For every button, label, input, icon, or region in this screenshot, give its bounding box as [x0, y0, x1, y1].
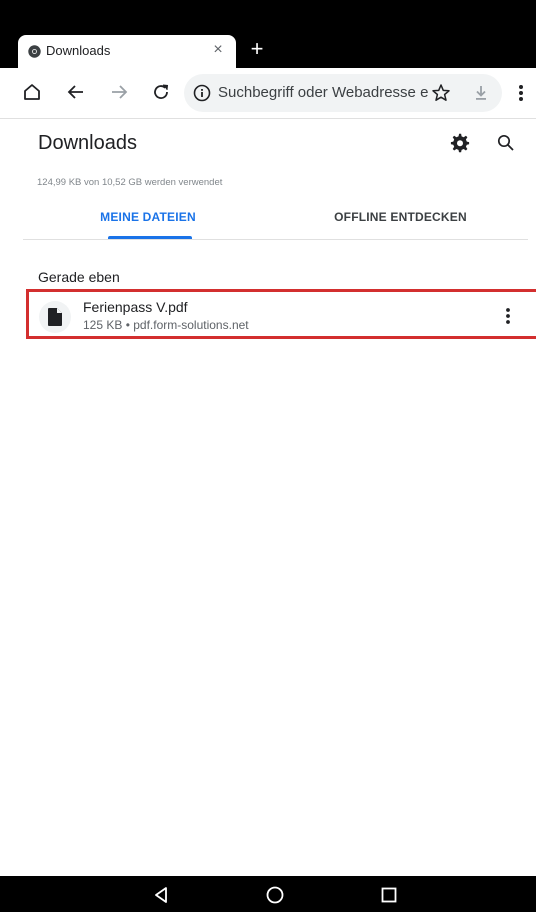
system-nav-bar [0, 876, 536, 912]
nav-recents-icon[interactable] [378, 884, 400, 906]
close-tab-icon[interactable]: × [208, 40, 228, 60]
nav-home-icon[interactable] [264, 884, 286, 906]
tab-my-files[interactable]: MEINE DATEIEN [23, 196, 273, 240]
download-filename[interactable]: Ferienpass V.pdf [83, 299, 188, 315]
new-tab-button[interactable]: + [247, 38, 267, 60]
omnibox[interactable]: Suchbegriff oder Webadresse ei [184, 74, 502, 112]
storage-usage: 124,99 KB von 10,52 GB werden verwendet [37, 177, 223, 188]
home-icon[interactable] [20, 80, 44, 104]
nav-back-icon[interactable] [150, 884, 172, 906]
forward-arrow-icon[interactable] [107, 80, 131, 104]
section-header: Gerade eben [38, 269, 120, 285]
download-meta: 125 KB • pdf.form-solutions.net [83, 318, 249, 332]
omnibox-text[interactable]: Suchbegriff oder Webadresse ei [218, 84, 428, 101]
back-arrow-icon[interactable] [64, 80, 88, 104]
tab-my-files-label: MEINE DATEIEN [100, 210, 196, 224]
tab-offline-label: OFFLINE ENTDECKEN [334, 210, 467, 224]
browser-toolbar: Suchbegriff oder Webadresse ei [0, 68, 536, 118]
info-icon[interactable] [192, 83, 212, 103]
tab-title: Downloads [46, 43, 111, 58]
download-icon[interactable] [470, 82, 492, 104]
download-item[interactable]: Ferienpass V.pdf 125 KB • pdf.form-solut… [26, 289, 536, 339]
tab-strip: Downloads × + [0, 28, 536, 68]
page-title: Downloads [38, 132, 137, 154]
tab-offline-explore[interactable]: OFFLINE ENTDECKEN [273, 196, 528, 240]
search-icon[interactable] [494, 131, 518, 155]
gear-icon[interactable] [448, 131, 472, 155]
more-vert-icon[interactable] [510, 80, 532, 106]
bookmark-star-icon[interactable] [430, 82, 452, 104]
status-bar [0, 0, 536, 28]
chrome-favicon-icon [28, 45, 41, 58]
item-more-vert-icon[interactable] [501, 304, 515, 328]
reload-icon[interactable] [149, 80, 173, 104]
file-icon [39, 301, 71, 333]
tab-downloads[interactable]: Downloads × [18, 35, 236, 68]
active-tab-indicator [108, 236, 192, 239]
downloads-tabs: MEINE DATEIEN OFFLINE ENTDECKEN [23, 196, 528, 240]
toolbar-divider [0, 118, 536, 119]
